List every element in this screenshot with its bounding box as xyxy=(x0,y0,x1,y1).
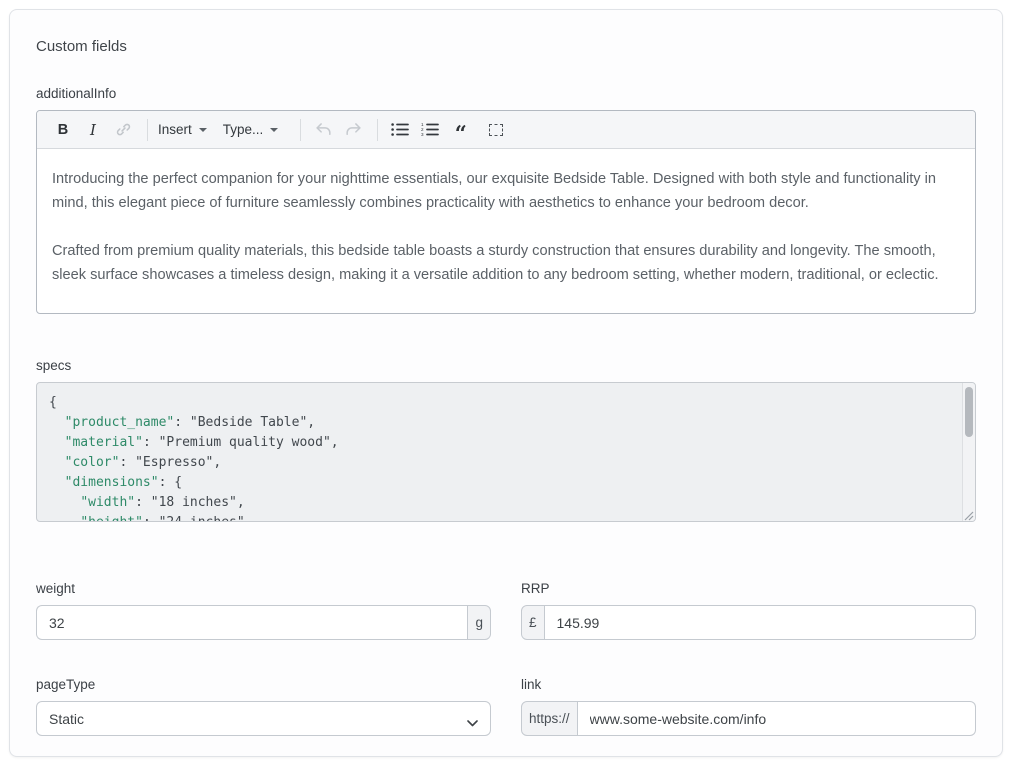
code-line: "height": "24 inches", xyxy=(49,513,951,522)
bullet-list-button[interactable] xyxy=(388,117,412,143)
additional-info-field: additionalInfo B I Insert xyxy=(36,86,976,314)
weight-input[interactable] xyxy=(36,605,467,640)
link-field: link https:// xyxy=(521,677,976,736)
rrp-input[interactable] xyxy=(545,605,976,640)
undo-icon xyxy=(314,121,333,138)
blockquote-icon: “ xyxy=(455,129,466,139)
insert-dropdown-label: Insert xyxy=(158,122,192,137)
card-title: Custom fields xyxy=(36,38,976,55)
code-line: "dimensions": { xyxy=(49,473,951,493)
toolbar-divider xyxy=(147,119,148,141)
rrp-label: RRP xyxy=(521,581,976,596)
undo-button[interactable] xyxy=(311,117,335,143)
specs-code-editor[interactable]: { "product_name": "Bedside Table", "mate… xyxy=(36,382,976,522)
bullet-list-icon xyxy=(391,122,409,137)
numbered-list-button[interactable]: 123 xyxy=(418,117,442,143)
specs-field: specs { "product_name": "Bedside Table",… xyxy=(36,358,976,522)
insert-dropdown[interactable]: Insert xyxy=(158,122,207,137)
editor-paragraph: Introducing the perfect companion for yo… xyxy=(52,167,960,215)
resize-grip-icon[interactable] xyxy=(962,508,974,520)
code-block-button[interactable] xyxy=(484,117,508,143)
redo-button[interactable] xyxy=(341,117,365,143)
toolbar-divider xyxy=(300,119,301,141)
italic-button[interactable]: I xyxy=(81,117,105,143)
rich-text-editor: B I Insert Typ xyxy=(36,110,976,314)
page-type-label: pageType xyxy=(36,677,491,692)
code-line: "material": "Premium quality wood", xyxy=(49,433,951,453)
code-line: { xyxy=(49,393,951,413)
rrp-field: RRP £ xyxy=(521,581,976,640)
link-icon xyxy=(115,121,132,138)
page-type-field: pageType Static xyxy=(36,677,491,736)
type-dropdown[interactable]: Type... xyxy=(223,122,279,137)
code-line: "width": "18 inches", xyxy=(49,493,951,513)
editor-content[interactable]: Introducing the perfect companion for yo… xyxy=(37,149,975,313)
specs-code: { "product_name": "Bedside Table", "mate… xyxy=(37,383,975,522)
dashed-box-icon xyxy=(489,124,503,136)
custom-fields-card: Custom fields additionalInfo B I xyxy=(9,9,1003,757)
blockquote-button[interactable]: “ xyxy=(448,117,472,143)
code-line: "product_name": "Bedside Table", xyxy=(49,413,951,433)
chevron-down-icon xyxy=(270,128,278,132)
link-label: link xyxy=(521,677,976,692)
numbered-list-icon: 123 xyxy=(421,122,439,137)
pagetype-link-row: pageType Static link https:// xyxy=(36,677,976,736)
redo-icon xyxy=(344,121,363,138)
weight-field: weight g xyxy=(36,581,491,640)
weight-label: weight xyxy=(36,581,491,596)
link-button[interactable] xyxy=(111,117,135,143)
protocol-addon: https:// xyxy=(521,701,578,736)
editor-paragraph: Crafted from premium quality materials, … xyxy=(52,239,960,287)
type-dropdown-label: Type... xyxy=(223,122,264,137)
code-line: "color": "Espresso", xyxy=(49,453,951,473)
link-input[interactable] xyxy=(578,701,976,736)
toolbar-divider xyxy=(377,119,378,141)
editor-toolbar: B I Insert Typ xyxy=(37,111,975,149)
currency-addon: £ xyxy=(521,605,545,640)
weight-unit-addon: g xyxy=(467,605,491,640)
scrollbar-track[interactable] xyxy=(962,383,975,521)
scrollbar-thumb[interactable] xyxy=(965,387,973,437)
bold-button[interactable]: B xyxy=(51,117,75,143)
specs-label: specs xyxy=(36,358,976,373)
additional-info-label: additionalInfo xyxy=(36,86,976,101)
weight-rrp-row: weight g RRP £ xyxy=(36,581,976,640)
chevron-down-icon xyxy=(199,128,207,132)
page-type-select[interactable]: Static xyxy=(36,701,491,736)
svg-text:3: 3 xyxy=(421,132,424,137)
